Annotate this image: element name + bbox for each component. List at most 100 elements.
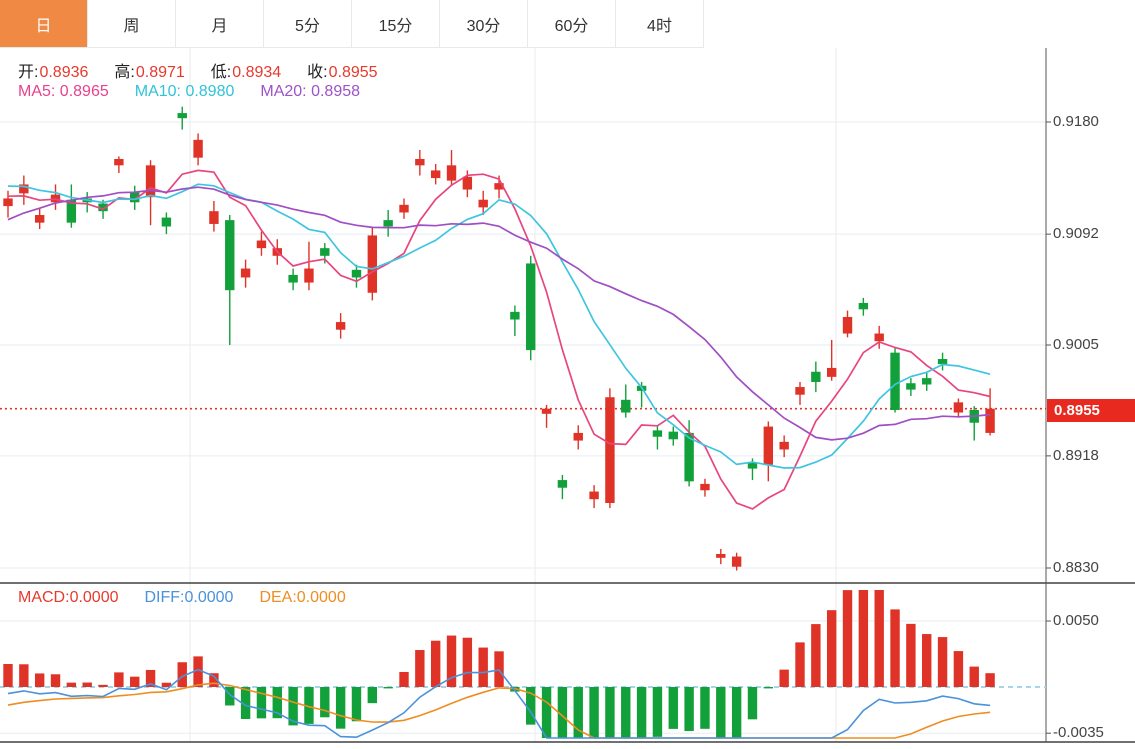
macd-histogram-bar — [320, 687, 330, 718]
macd-histogram-bar — [351, 687, 362, 722]
candle — [320, 248, 330, 256]
macd-histogram-bar — [953, 651, 964, 687]
candle — [605, 397, 615, 504]
candle — [716, 553, 726, 558]
candle — [335, 322, 346, 330]
candle — [858, 302, 869, 310]
tab-15min[interactable]: 15分 — [352, 0, 440, 48]
ma20-pair: MA20: 0.8958 — [260, 83, 360, 101]
candle — [462, 176, 473, 190]
dea-pair: DEA:0.0000 — [259, 589, 345, 607]
macd-histogram-bar — [858, 590, 869, 687]
price-tick-label: 0.9092 — [1053, 225, 1099, 243]
macd-histogram-bar — [668, 687, 678, 729]
macd-tick-label: -0.0035 — [1053, 724, 1104, 742]
dea-label: DEA: — [259, 589, 297, 606]
macd-histogram-bar — [985, 673, 995, 687]
ma5-line — [7, 169, 991, 510]
candle — [351, 269, 362, 278]
candle — [415, 158, 425, 166]
macd-histogram-bar — [826, 610, 837, 687]
close-pair: 收:0.8955 — [307, 58, 377, 82]
macd-histogram-bar — [636, 687, 647, 738]
candle — [240, 268, 251, 278]
ohlc-legend: 开:0.8936 高:0.8971 低:0.8934 收:0.8955 — [18, 58, 378, 82]
candle — [161, 217, 172, 227]
ma20-label: MA20: — [260, 83, 307, 100]
candle — [557, 480, 568, 488]
candle — [193, 139, 203, 158]
macd-histogram-bar — [922, 634, 932, 687]
macd-histogram-bar — [763, 687, 774, 689]
macd-histogram-bar — [430, 640, 441, 687]
candle — [256, 240, 267, 249]
macd-histogram-bar — [367, 687, 378, 704]
macd-histogram-bar — [684, 687, 694, 732]
price-tick-label: 0.9180 — [1053, 113, 1099, 130]
candle — [34, 215, 45, 223]
candle — [731, 556, 742, 567]
candle — [874, 333, 884, 342]
macd-histogram-bar — [66, 682, 77, 687]
candle — [953, 402, 964, 413]
dea-value: 0.0000 — [296, 589, 346, 606]
macd-histogram-bar — [652, 687, 663, 737]
candle — [573, 432, 583, 441]
tab-month[interactable]: 月 — [176, 0, 264, 48]
high-pair: 高:0.8971 — [114, 58, 184, 82]
ma-legend: MA5: 0.8965 MA10: 0.8980 MA20: 0.8958 — [18, 83, 360, 101]
dea-line — [7, 682, 991, 739]
diff-value: 0.0000 — [184, 589, 234, 606]
candle — [811, 371, 821, 382]
candle — [399, 204, 409, 213]
tab-60min[interactable]: 60分 — [528, 0, 616, 48]
macd-histogram-bar — [906, 623, 916, 687]
macd-histogram-bar — [50, 674, 61, 687]
macd-histogram-bar — [541, 687, 552, 738]
candle — [826, 367, 837, 377]
close-label: 收: — [307, 64, 328, 81]
low-value: 0.8934 — [232, 64, 282, 81]
macd-histogram-bar — [731, 687, 742, 738]
macd-histogram-bar — [700, 687, 710, 729]
ma10-pair: MA10: 0.8980 — [135, 83, 235, 101]
macd-histogram-bar — [335, 687, 346, 729]
candle — [779, 441, 789, 450]
current-price-tag: 0.8955 — [1047, 399, 1135, 422]
candle — [763, 426, 774, 465]
candle — [890, 352, 900, 410]
macd-histogram-bar — [415, 650, 425, 687]
ma20-line — [7, 186, 991, 441]
candle — [985, 408, 995, 433]
candle — [367, 235, 378, 293]
macd-histogram-bar — [842, 590, 853, 687]
price-tick-label: 0.8918 — [1053, 446, 1099, 464]
ma20-value: 0.8958 — [311, 83, 361, 100]
macd-histogram-bar — [98, 684, 108, 687]
candle — [3, 198, 13, 207]
close-value: 0.8955 — [328, 64, 378, 81]
period-tabbar: 日周月 5分 15分 30分 60分 4时 — [0, 0, 704, 48]
tab-day[interactable]: 日 — [0, 0, 88, 48]
tab-30min[interactable]: 30分 — [440, 0, 528, 48]
candle — [541, 408, 552, 414]
diff-pair: DIFF:0.0000 — [145, 589, 234, 607]
macd-histogram-bar — [605, 687, 615, 738]
candle — [288, 274, 298, 283]
macd-legend: MACD:0.0000 DIFF:0.0000 DEA:0.0000 — [18, 589, 346, 607]
macd-histogram-bar — [716, 687, 726, 738]
macd-histogram-bar — [779, 669, 789, 687]
candle — [668, 431, 678, 440]
macd-histogram-bar — [34, 673, 45, 687]
kline-chart[interactable] — [0, 0, 1135, 749]
macd-histogram-bar — [130, 676, 140, 687]
candle — [589, 491, 599, 500]
tab-week[interactable]: 周 — [88, 0, 176, 48]
tab-4hour[interactable]: 4时 — [616, 0, 704, 48]
candle — [526, 263, 536, 351]
low-label: 低: — [210, 64, 232, 81]
macd-histogram-bar — [937, 637, 948, 687]
macd-histogram-bar — [494, 651, 504, 687]
tab-5min[interactable]: 5分 — [264, 0, 352, 48]
candle — [700, 483, 710, 491]
